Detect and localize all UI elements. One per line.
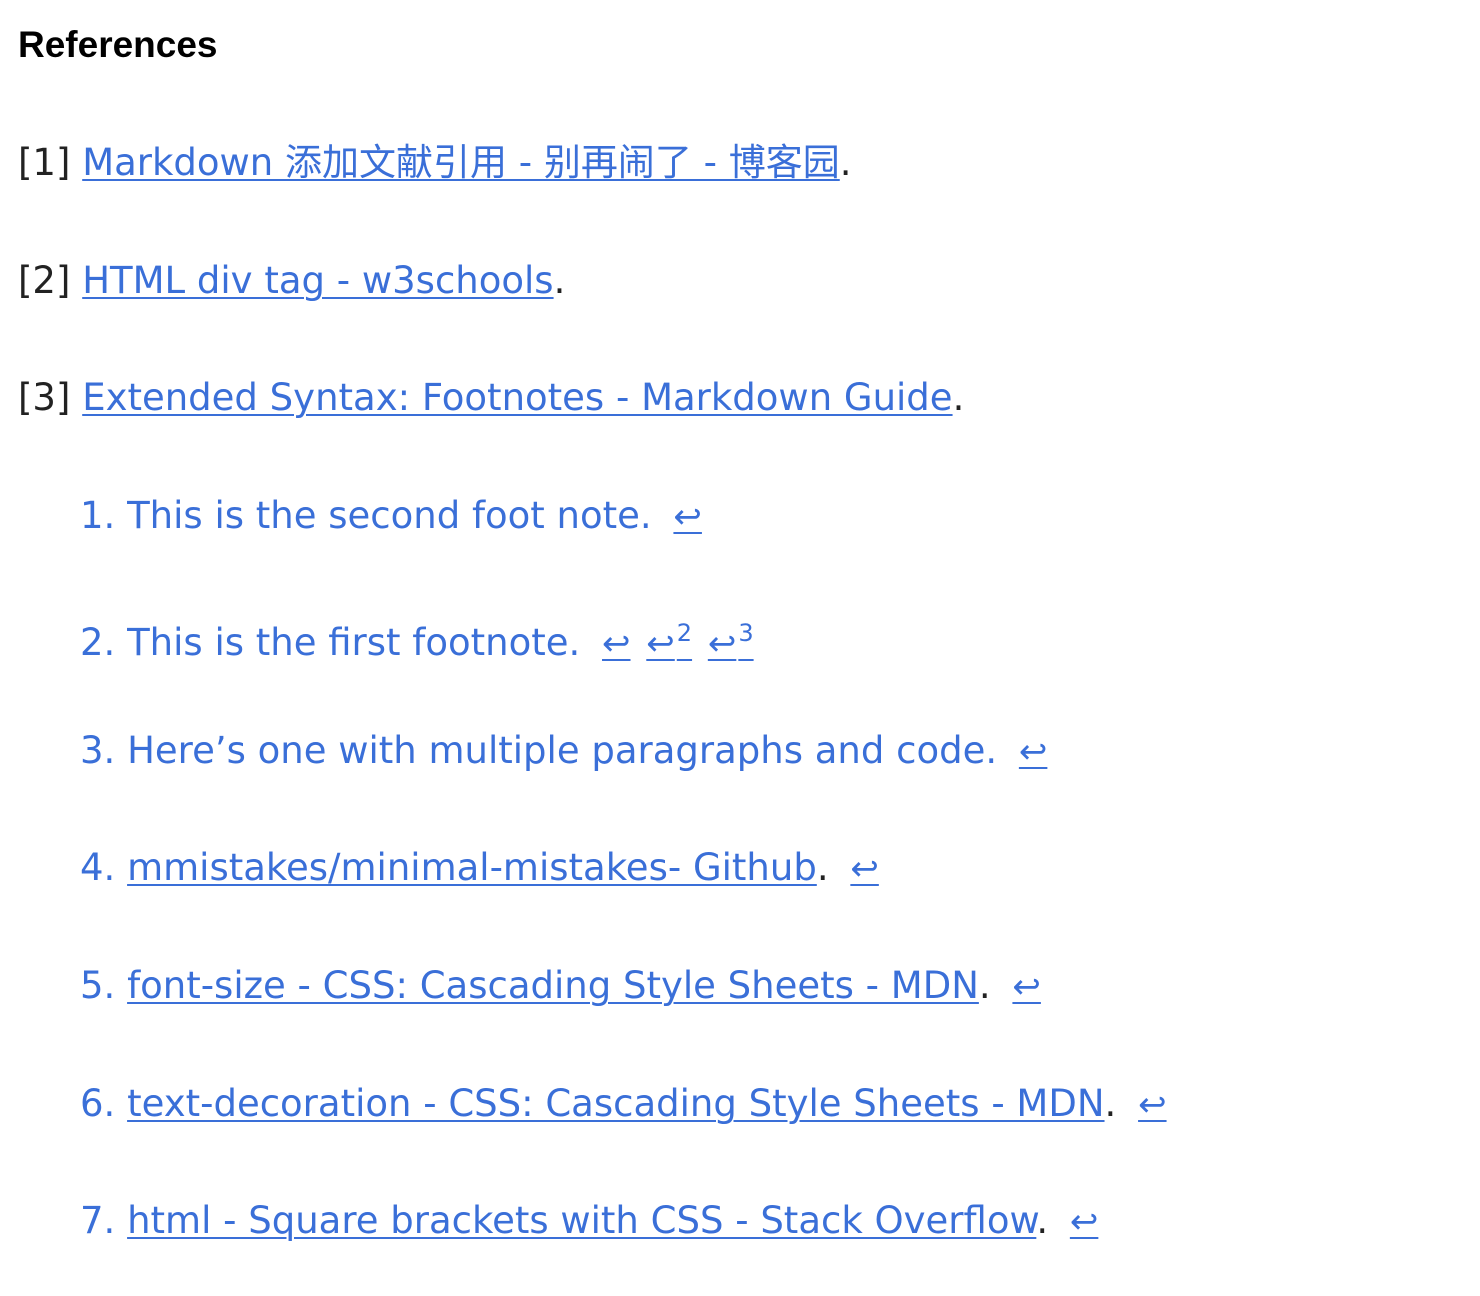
reference-item-1: [1] Markdown 添加文献引用 - 别再闹了 - 博客园. — [18, 140, 852, 186]
footnote-number: 1. — [80, 494, 116, 537]
footnote-number: 3. — [80, 729, 116, 772]
reference-number: [3] — [18, 376, 71, 419]
reference-link[interactable]: HTML div tag - w3schools — [82, 259, 553, 302]
reference-item-3: [3] Extended Syntax: Footnotes - Markdow… — [18, 375, 964, 421]
footnote-item-3: 3. Here’s one with multiple paragraphs a… — [80, 728, 1047, 775]
backref-index: 3 — [738, 619, 754, 647]
footnote-item-2: 2. This is the first footnote. ↩ ↩2 ↩3 — [80, 610, 754, 667]
reference-period: . — [839, 141, 852, 184]
backref-glyph: ↩ — [850, 849, 879, 889]
footnote-number: 5. — [80, 964, 116, 1007]
footnote-text: Here’s one with multiple paragraphs and … — [127, 729, 998, 772]
backref-icon-2[interactable]: ↩2 — [646, 619, 692, 664]
footnote-period: . — [978, 964, 991, 1007]
backref-icon[interactable]: ↩ — [1138, 1085, 1167, 1125]
footnote-item-7: 7. html - Square brackets with CSS - Sta… — [80, 1198, 1098, 1245]
backref-index: 2 — [676, 619, 693, 647]
footnote-text: This is the second foot note. — [127, 494, 652, 537]
reference-link[interactable]: Markdown 添加文献引用 - 别再闹了 - 博客园 — [82, 141, 840, 184]
backref-icon[interactable]: ↩ — [1012, 967, 1041, 1007]
backref-glyph: ↩ — [1018, 732, 1048, 772]
footnote-item-1: 1. This is the second foot note. ↩ — [80, 493, 702, 540]
backref-glyph: ↩ — [646, 624, 675, 664]
backref-glyph: ↩ — [602, 624, 631, 664]
footnote-number: 4. — [80, 846, 116, 889]
backref-glyph: ↩ — [1012, 967, 1041, 1007]
footnote-period: . — [1036, 1199, 1049, 1242]
footnote-item-6: 6. text-decoration - CSS: Cascading Styl… — [80, 1081, 1167, 1128]
reference-link[interactable]: Extended Syntax: Footnotes - Markdown Gu… — [82, 376, 952, 419]
footnote-number: 7. — [80, 1199, 116, 1242]
backref-glyph: ↩ — [1138, 1085, 1167, 1125]
backref-icon-3[interactable]: ↩3 — [707, 619, 754, 664]
footnote-link[interactable]: mmistakes/minimal-mistakes- Github — [127, 846, 817, 889]
reference-number: [1] — [18, 141, 71, 184]
footnote-link[interactable]: text-decoration - CSS: Cascading Style S… — [127, 1082, 1104, 1125]
reference-number: [2] — [18, 259, 71, 302]
backref-icon[interactable]: ↩ — [850, 849, 879, 889]
footnote-item-4: 4. mmistakes/minimal-mistakes- Github. ↩ — [80, 845, 879, 892]
footnote-period: . — [1104, 1082, 1117, 1125]
footnote-number: 6. — [80, 1082, 116, 1125]
backref-glyph: ↩ — [707, 624, 737, 664]
footnote-link[interactable]: html - Square brackets with CSS - Stack … — [127, 1199, 1036, 1242]
backref-glyph: ↩ — [673, 497, 702, 537]
footnote-number: 2. — [80, 621, 116, 664]
page-title: References — [18, 24, 218, 65]
footnote-period: . — [816, 846, 829, 889]
backref-icon[interactable]: ↩ — [1070, 1202, 1099, 1242]
reference-period: . — [553, 259, 566, 302]
backref-icon[interactable]: ↩ — [602, 624, 631, 664]
backref-glyph: ↩ — [1069, 1202, 1099, 1242]
footnote-link[interactable]: font-size - CSS: Cascading Style Sheets … — [127, 964, 979, 1007]
footnote-item-5: 5. font-size - CSS: Cascading Style Shee… — [80, 963, 1041, 1010]
backref-icon[interactable]: ↩ — [1019, 732, 1048, 772]
reference-period: . — [952, 376, 965, 419]
footnote-text: This is the first footnote. — [127, 621, 581, 664]
reference-item-2: [2] HTML div tag - w3schools. — [18, 258, 565, 304]
backref-icon[interactable]: ↩ — [673, 497, 702, 537]
